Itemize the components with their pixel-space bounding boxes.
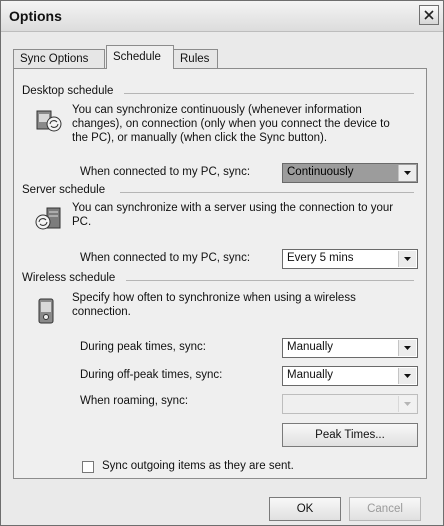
server-schedule-heading: Server schedule	[22, 184, 106, 196]
peak-sync-label: During peak times, sync:	[80, 341, 206, 353]
server-description: You can synchronize with a server using …	[72, 201, 393, 229]
wireless-device-icon	[38, 298, 54, 324]
offpeak-sync-select[interactable]: Manually	[282, 366, 418, 386]
chevron-down-icon	[398, 340, 416, 356]
desc-line: Specify how often to synchronize when us…	[72, 292, 356, 304]
title-bar: Options	[1, 1, 443, 32]
roaming-sync-select[interactable]	[282, 394, 418, 414]
desc-line: the PC), or manually (when click the Syn…	[72, 132, 328, 144]
cancel-button[interactable]: Cancel	[349, 497, 421, 521]
peak-times-button[interactable]: Peak Times...	[282, 423, 418, 447]
chevron-down-icon	[398, 368, 416, 384]
sync-outgoing-label: Sync outgoing items as they are sent.	[102, 460, 294, 472]
ok-button[interactable]: OK	[269, 497, 341, 521]
desc-line: You can synchronize with a server using …	[72, 202, 394, 214]
select-value: Every 5 mins	[287, 252, 354, 264]
wireless-schedule-heading: Wireless schedule	[22, 272, 116, 284]
wireless-description: Specify how often to synchronize when us…	[72, 291, 356, 319]
tab-schedule[interactable]: Schedule	[106, 45, 174, 69]
server-sync-select[interactable]: Every 5 mins	[282, 249, 418, 269]
chevron-down-icon	[398, 165, 416, 181]
divider	[124, 93, 414, 94]
desc-line: PC.	[72, 216, 92, 228]
select-value: Manually	[287, 369, 334, 381]
desktop-sync-select[interactable]: Continuously	[282, 163, 418, 183]
schedule-panel: Desktop schedule You can synchronize con…	[13, 68, 427, 479]
tab-rules[interactable]: Rules	[173, 49, 218, 68]
sync-outgoing-checkbox[interactable]	[82, 461, 94, 473]
server-sync-icon	[35, 207, 61, 230]
peak-sync-select[interactable]: Manually	[282, 338, 418, 358]
dialog-title: Options	[9, 8, 62, 24]
divider	[126, 280, 414, 281]
desc-line: changes), on connection (only when you c…	[72, 118, 390, 130]
desc-line: You can synchronize continuously (whenev…	[72, 104, 362, 116]
desc-line: connection.	[72, 306, 131, 318]
desktop-schedule-heading: Desktop schedule	[22, 85, 114, 97]
desktop-sync-icon	[36, 110, 62, 132]
tab-sync-options[interactable]: Sync Options	[13, 49, 105, 68]
desktop-description: You can synchronize continuously (whenev…	[72, 103, 390, 145]
close-button[interactable]	[419, 5, 439, 25]
close-icon	[424, 10, 434, 20]
options-dialog: Options Sync Options Schedule Rules Desk…	[0, 0, 444, 526]
chevron-down-icon	[398, 396, 416, 412]
roaming-sync-label: When roaming, sync:	[80, 395, 189, 407]
chevron-down-icon	[398, 251, 416, 267]
select-value: Manually	[287, 341, 334, 353]
divider	[120, 192, 414, 193]
offpeak-sync-label: During off-peak times, sync:	[80, 369, 223, 381]
server-sync-label: When connected to my PC, sync:	[80, 252, 251, 264]
select-value: Continuously	[287, 166, 354, 178]
desktop-sync-label: When connected to my PC, sync:	[80, 166, 251, 178]
